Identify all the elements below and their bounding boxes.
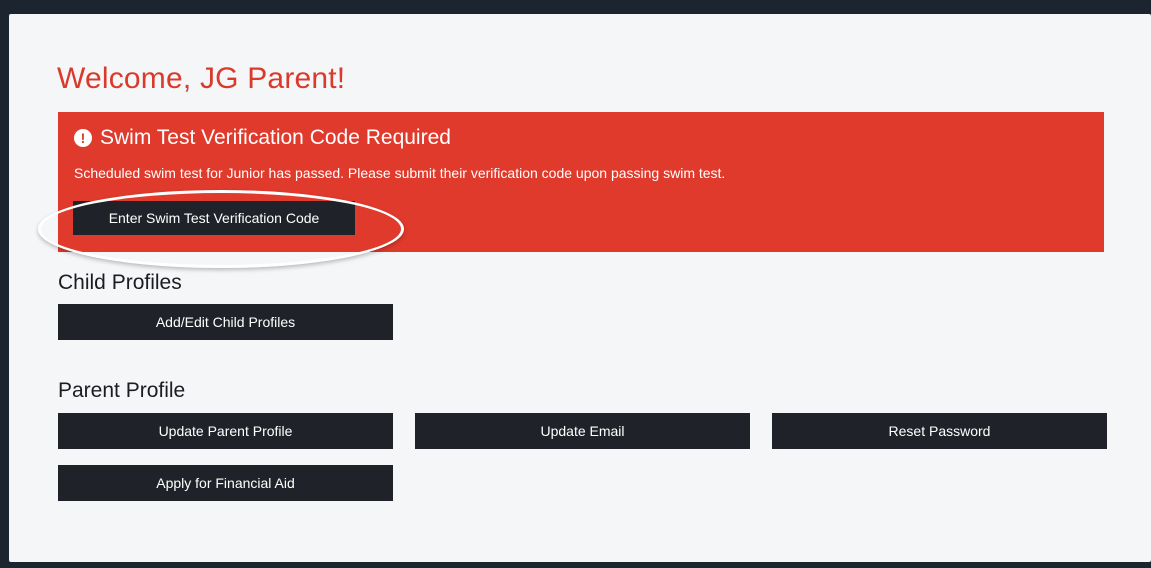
update-email-button[interactable]: Update Email bbox=[415, 413, 750, 449]
exclamation-circle-icon: ! bbox=[74, 129, 92, 147]
add-edit-child-profiles-button[interactable]: Add/Edit Child Profiles bbox=[58, 304, 393, 340]
parent-profile-heading: Parent Profile bbox=[58, 379, 186, 402]
reset-password-button[interactable]: Reset Password bbox=[772, 413, 1107, 449]
enter-verification-code-button[interactable]: Enter Swim Test Verification Code bbox=[73, 201, 355, 235]
apply-financial-aid-button[interactable]: Apply for Financial Aid bbox=[58, 465, 393, 501]
alert-message: Scheduled swim test for Junior has passe… bbox=[74, 165, 726, 181]
alert-title-text: Swim Test Verification Code Required bbox=[100, 126, 451, 149]
alert-title: ! Swim Test Verification Code Required bbox=[74, 126, 451, 150]
child-profiles-heading: Child Profiles bbox=[58, 271, 182, 294]
swim-test-alert: ! Swim Test Verification Code Required S… bbox=[58, 112, 1104, 252]
page-title: Welcome, JG Parent! bbox=[57, 62, 346, 95]
update-parent-profile-button[interactable]: Update Parent Profile bbox=[58, 413, 393, 449]
page-panel: Welcome, JG Parent! ! Swim Test Verifica… bbox=[9, 14, 1151, 562]
